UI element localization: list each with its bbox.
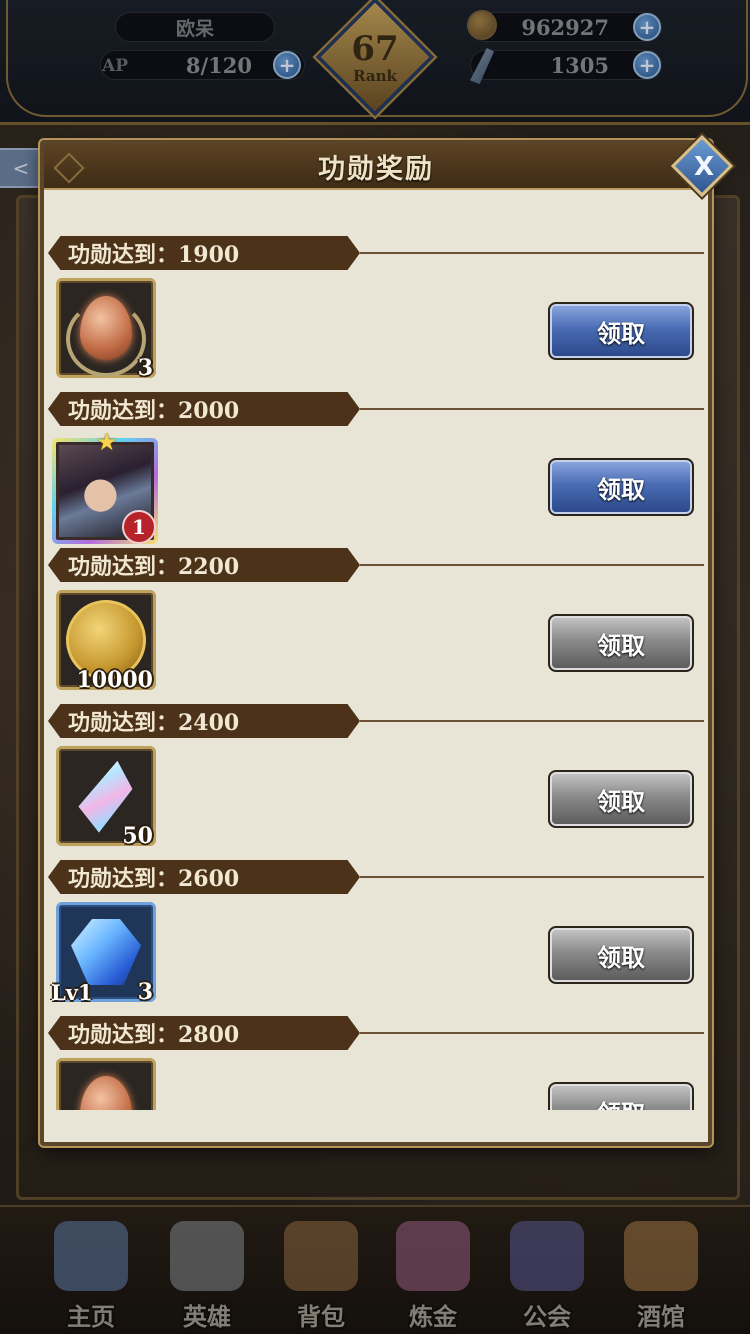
claim-button[interactable]: 领取	[548, 1082, 694, 1110]
reward-item-slot[interactable]	[56, 1058, 156, 1110]
threshold-ribbon: 功勋达到：2000	[48, 392, 360, 426]
close-icon[interactable]: X	[692, 152, 716, 182]
threshold-ribbon: 功勋达到：2200	[48, 548, 360, 582]
divider	[360, 408, 704, 410]
divider	[360, 564, 704, 566]
reward-row: 功勋达到：2600 Lv1 3 领取	[44, 820, 708, 1005]
star-icon: ★	[96, 428, 118, 456]
threshold-ribbon: 功勋达到：2600	[48, 860, 360, 894]
reward-row: 功勋达到：2200 10000 领取	[44, 508, 708, 693]
threshold-ribbon: 功勋达到：1900	[48, 236, 360, 270]
orange-orb-icon	[80, 1076, 132, 1110]
modal-titlebar: 功勋奖励	[44, 144, 708, 190]
merit-rewards-modal: 功勋奖励 X 功勋达到：1900 3 领取 功勋达到：2000 ★ 1 领取 功…	[40, 134, 734, 1146]
divider	[360, 720, 704, 722]
divider	[360, 252, 704, 254]
reward-row: 功勋达到：2000 ★ 1 领取	[44, 352, 708, 544]
reward-row: 功勋达到：2400 50 领取	[44, 664, 708, 849]
reward-row: 功勋达到：1900 3 领取	[44, 196, 708, 381]
reward-list[interactable]: 功勋达到：1900 3 领取 功勋达到：2000 ★ 1 领取 功勋达到：220…	[44, 196, 708, 1110]
modal-title: 功勋奖励	[318, 153, 434, 185]
threshold-ribbon: 功勋达到：2400	[48, 704, 360, 738]
reward-row: 功勋达到：2800 领取	[44, 976, 708, 1110]
divider	[360, 876, 704, 878]
threshold-ribbon: 功勋达到：2800	[48, 1016, 360, 1050]
divider	[360, 1032, 704, 1034]
ornament-icon	[53, 152, 85, 184]
